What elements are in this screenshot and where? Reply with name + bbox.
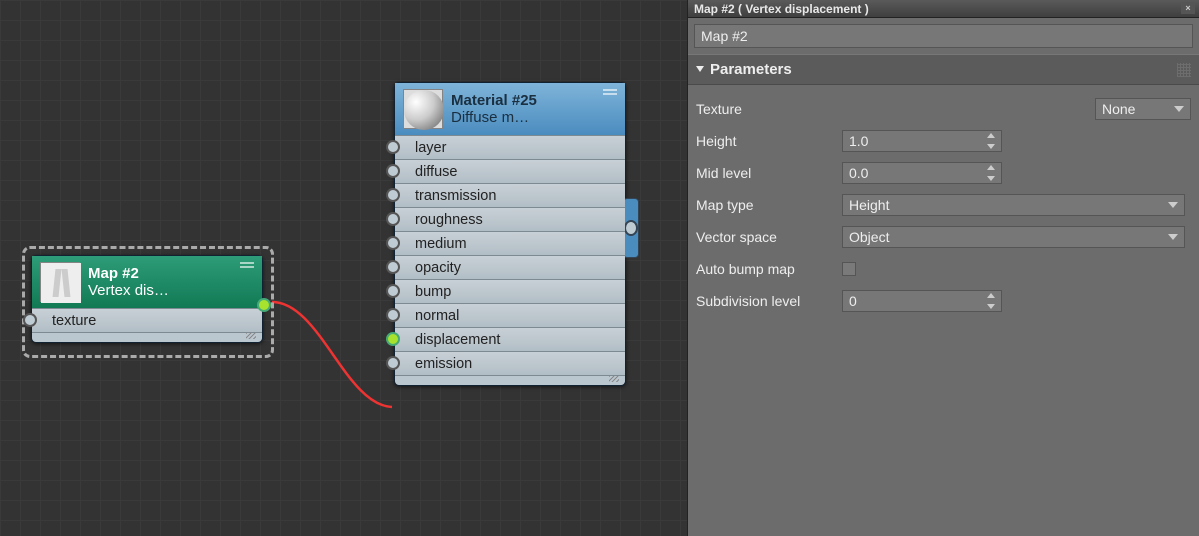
node-input-displacement[interactable]: displacement [395, 327, 625, 351]
node-material-25[interactable]: Material #25 Diffuse m… layer diffuse tran… [394, 82, 626, 386]
parameters-section-header[interactable]: Parameters [688, 54, 1199, 85]
param-label-height: Height [696, 133, 842, 149]
node-input-roughness[interactable]: roughness [395, 207, 625, 231]
port-layer[interactable] [386, 140, 400, 154]
node-input-label: medium [415, 236, 467, 252]
node-input-label: roughness [415, 212, 483, 228]
chevron-down-icon [1168, 234, 1178, 240]
node-input-texture[interactable]: texture [32, 308, 262, 332]
port-texture[interactable] [23, 313, 37, 327]
port-transmission[interactable] [386, 188, 400, 202]
node-input-label: normal [415, 308, 459, 324]
height-value: 1.0 [849, 133, 868, 149]
node-title: Material #25 [451, 92, 595, 109]
node-input-normal[interactable]: normal [395, 303, 625, 327]
node-map-2[interactable]: Map #2 Vertex dis… texture [31, 255, 263, 343]
port-displacement[interactable] [386, 332, 400, 346]
port-bump[interactable] [386, 284, 400, 298]
node-input-diffuse[interactable]: diffuse [395, 159, 625, 183]
node-header-map-2[interactable]: Map #2 Vertex dis… [32, 256, 262, 308]
midlevel-input[interactable]: 0.0 [842, 162, 1002, 184]
vectorspace-value: Object [849, 229, 889, 245]
node-header-material[interactable]: Material #25 Diffuse m… [395, 83, 625, 135]
port-diffuse[interactable] [386, 164, 400, 178]
node-input-label: transmission [415, 188, 496, 204]
node-input-label: bump [415, 284, 451, 300]
param-label-autobump: Auto bump map [696, 261, 842, 277]
maptype-value: Height [849, 197, 889, 213]
texture-dropdown[interactable]: None [1095, 98, 1191, 120]
grip-icon [1177, 63, 1191, 77]
node-title: Map #2 [88, 265, 232, 282]
param-label-midlevel: Mid level [696, 165, 842, 181]
node-input-opacity[interactable]: opacity [395, 255, 625, 279]
node-menu-icon[interactable] [603, 89, 617, 95]
node-output-port[interactable] [623, 198, 639, 258]
disclosure-triangle-icon [696, 66, 704, 72]
properties-panel: Map #2 ( Vertex displacement ) × Map #2 … [687, 0, 1199, 536]
node-output-port[interactable] [257, 298, 271, 312]
chevron-down-icon [1168, 202, 1178, 208]
node-input-label: opacity [415, 260, 461, 276]
node-input-label: diffuse [415, 164, 457, 180]
subdiv-value: 0 [849, 293, 857, 309]
param-label-subdiv: Subdivision level [696, 293, 842, 309]
node-input-bump[interactable]: bump [395, 279, 625, 303]
node-input-label: texture [52, 313, 96, 329]
node-graph-canvas[interactable]: Map #2 Vertex dis… texture Material #25 [0, 0, 687, 536]
node-thumbnail [40, 262, 80, 302]
panel-title-text: Map #2 ( Vertex displacement ) [694, 2, 869, 16]
panel-close-icon[interactable]: × [1181, 2, 1195, 14]
node-subtitle: Diffuse m… [451, 109, 595, 126]
node-footer [32, 332, 262, 342]
maptype-dropdown[interactable]: Height [842, 194, 1185, 216]
param-label-vectorspace: Vector space [696, 229, 842, 245]
chevron-down-icon [1174, 106, 1184, 112]
vectorspace-dropdown[interactable]: Object [842, 226, 1185, 248]
node-footer [395, 375, 625, 385]
node-input-transmission[interactable]: transmission [395, 183, 625, 207]
section-title: Parameters [710, 61, 792, 78]
node-input-layer[interactable]: layer [395, 135, 625, 159]
midlevel-value: 0.0 [849, 165, 868, 181]
port-normal[interactable] [386, 308, 400, 322]
node-input-label: layer [415, 140, 446, 156]
port-emission[interactable] [386, 356, 400, 370]
name-field[interactable]: Map #2 [694, 24, 1193, 48]
param-label-texture: Texture [696, 101, 842, 117]
name-field-value: Map #2 [701, 28, 748, 44]
port-roughness[interactable] [386, 212, 400, 226]
panel-titlebar[interactable]: Map #2 ( Vertex displacement ) × [688, 0, 1199, 18]
height-input[interactable]: 1.0 [842, 130, 1002, 152]
node-input-medium[interactable]: medium [395, 231, 625, 255]
port-medium[interactable] [386, 236, 400, 250]
node-input-emission[interactable]: emission [395, 351, 625, 375]
subdiv-input[interactable]: 0 [842, 290, 1002, 312]
autobump-checkbox[interactable] [842, 262, 856, 276]
node-input-label: displacement [415, 332, 500, 348]
node-menu-icon[interactable] [240, 262, 254, 268]
node-subtitle: Vertex dis… [88, 282, 232, 299]
texture-value: None [1102, 101, 1135, 117]
node-thumbnail [403, 89, 443, 129]
port-opacity[interactable] [386, 260, 400, 274]
param-label-maptype: Map type [696, 197, 842, 213]
node-input-label: emission [415, 356, 472, 372]
